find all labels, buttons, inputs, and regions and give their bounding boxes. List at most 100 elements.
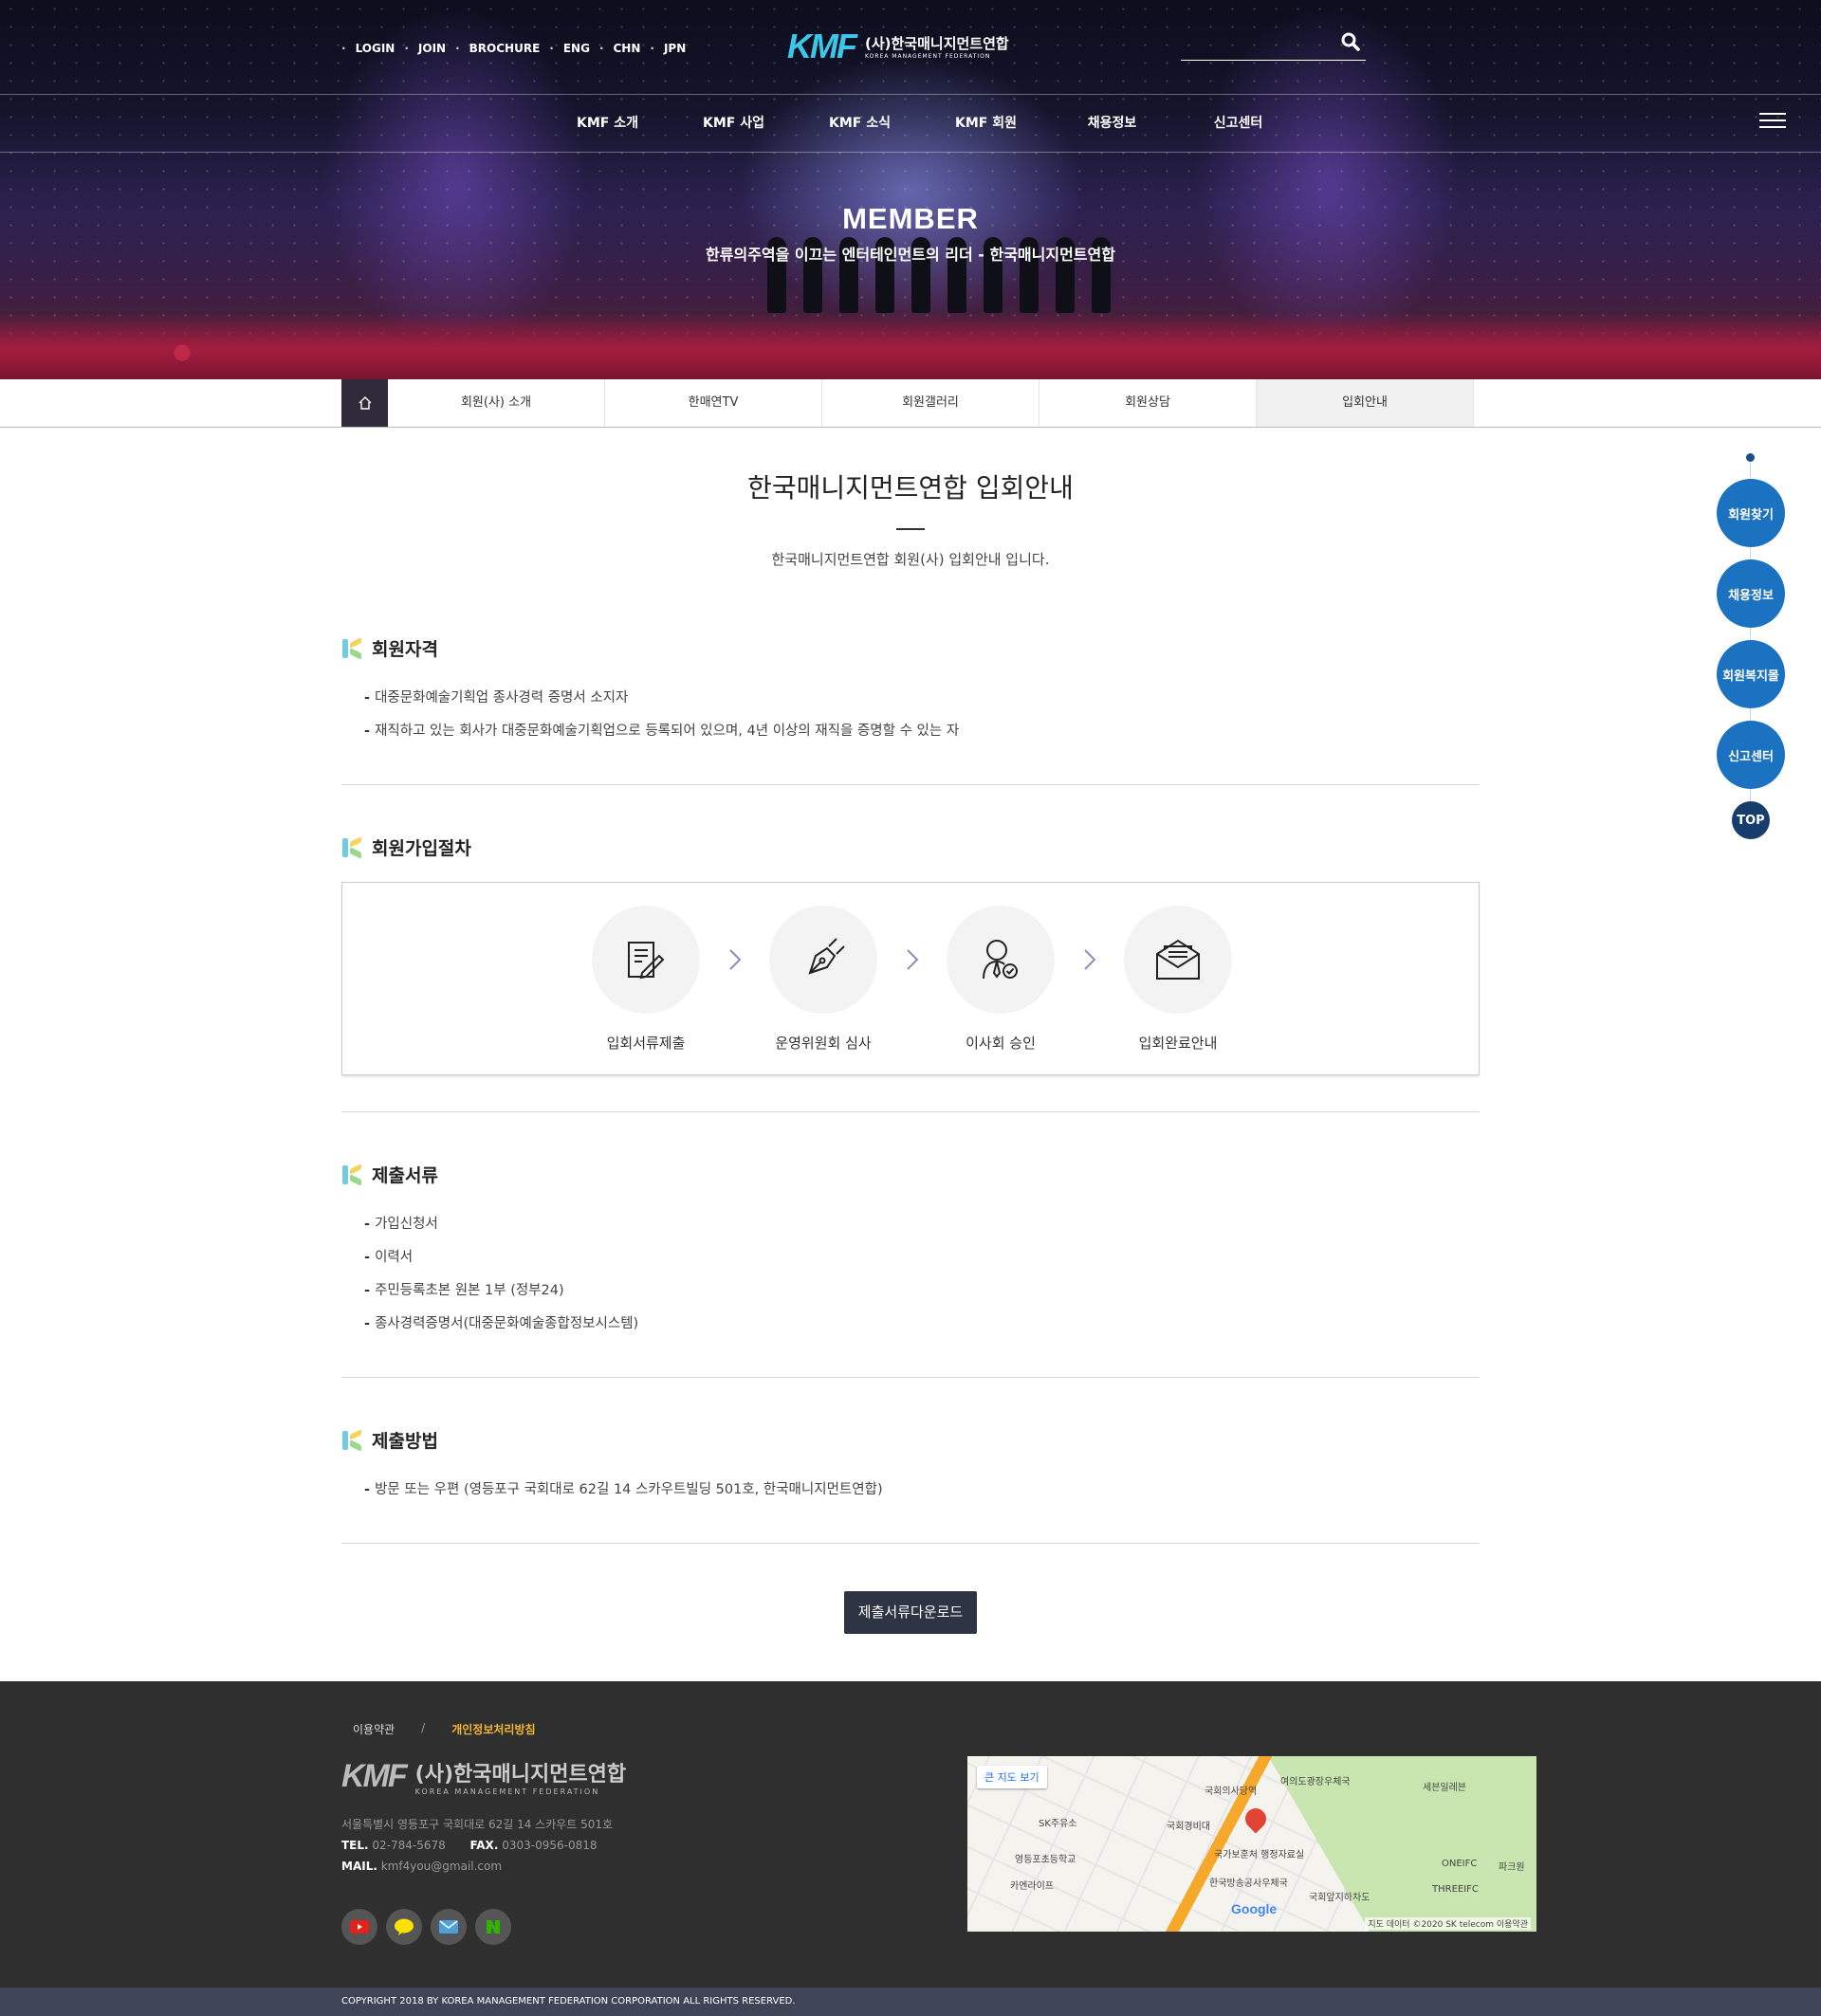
main-content: 한국매니지먼트연합 입회안내 한국매니지먼트연합 회원(사) 입회안내 입니다.… [341, 428, 1480, 1681]
mail-address: kmf4you@gmail.com [380, 1860, 503, 1873]
map-label: 국회의사당역 [1205, 1787, 1258, 1797]
sns-links [341, 1909, 511, 1945]
page-title: 한국매니지먼트연합 입회안내 [747, 472, 1074, 504]
tab-member-gallery[interactable]: 회원갤러리 [822, 379, 1039, 427]
main-navigation: KMF 소개 KMF 사업 KMF 소식 KMF 회원 채용정보 신고센터 [0, 95, 1821, 153]
quick-find-member[interactable]: 회원찾기 [1717, 479, 1785, 547]
section-title: 회원자격 [372, 639, 438, 660]
naver-icon[interactable] [475, 1909, 511, 1945]
eng-link[interactable]: ENG [563, 42, 590, 55]
map-label: SK주유소 [1039, 1819, 1077, 1829]
fountain-pen-icon [808, 938, 845, 975]
search-input[interactable] [1181, 28, 1333, 57]
page-description: 한국매니지먼트연합 회원(사) 입회안내 입니다. [771, 551, 1050, 568]
home-button[interactable] [341, 379, 388, 427]
section-method: 제출방법 방문 또는 우편 (영등포구 국회대로 62길 14 스카우트빌딩 5… [341, 1378, 1480, 1544]
list-item: 주민등록초본 원본 1부 (정부24) [364, 1274, 1480, 1308]
step-submit-documents: 입회서류제출 [592, 906, 700, 1053]
map-label: 영등포초등학교 [1015, 1855, 1076, 1865]
hero-banner: · LOGIN · JOIN · BROCHURE · ENG · CHN · JPN KM… [0, 0, 1821, 379]
tab-kmf-tv[interactable]: 한매연TV [605, 379, 822, 427]
flower-decoration [0, 313, 1821, 379]
step-committee-review: 운영위원회 심사 [769, 906, 877, 1053]
envelope-letter-icon [1156, 939, 1200, 980]
step-label: 입회서류제출 [606, 1035, 686, 1052]
document-pen-icon [628, 942, 665, 980]
site-logo[interactable]: KMF (사)한국매니지먼트연합 KOREA MANAGEMENT FEDERA… [787, 27, 1009, 66]
footer-logo: KMF (사)한국매니지먼트연합 KOREA MANAGEMENT FEDERA… [341, 1757, 626, 1796]
youtube-icon[interactable] [341, 1909, 377, 1945]
kmf-k-icon [341, 835, 364, 859]
scroll-top-button[interactable]: TOP [1732, 801, 1770, 839]
footer-logo-korean: (사)한국매니지먼트연합 [414, 1763, 627, 1787]
logo-english-name: KOREA MANAGEMENT FEDERATION [864, 53, 991, 60]
chevron-right-icon [700, 906, 769, 1014]
search-icon[interactable] [1341, 32, 1360, 55]
section-qualification: 회원자격 대중문화예술기획업 종사경력 증명서 소지자 재직하고 있는 회사가 … [341, 618, 1480, 785]
hamburger-menu-icon[interactable] [1759, 110, 1786, 131]
list-item: 방문 또는 우편 (영등포구 국회대로 62길 14 스카우트빌딩 501호, … [364, 1474, 1480, 1507]
section-title: 회원가입절차 [372, 838, 471, 859]
gnb-item-jobs[interactable]: 채용정보 [1049, 95, 1175, 153]
map-label: 여의도광장우체국 [1280, 1777, 1351, 1787]
kmf-k-icon [341, 1163, 364, 1186]
procedure-steps-box: 입회서류제출 운영위원회 심사 이사회 승인 입회완료안내 [341, 882, 1480, 1075]
logo-korean-name: (사)한국매니지먼트연합 [864, 35, 1009, 52]
copyright: COPYRIGHT 2018 BY KOREA MANAGEMENT FEDER… [0, 1988, 1821, 2016]
gnb-item-report[interactable]: 신고센터 [1175, 95, 1301, 153]
join-link[interactable]: JOIN [418, 42, 446, 55]
brochure-link[interactable]: BROCHURE [469, 42, 541, 55]
footer: 이용약관 / 개인정보처리방침 KMF (사)한국매니지먼트연합 KOREA M… [0, 1681, 1821, 1988]
gnb-item-about[interactable]: KMF 소개 [544, 95, 671, 153]
map-label: 카엔라이프 [1010, 1881, 1054, 1892]
quick-report-center[interactable]: 신고센터 [1717, 721, 1785, 789]
list-item: 대중문화예술기획업 종사경력 증명서 소지자 [364, 682, 1480, 715]
login-link[interactable]: LOGIN [356, 42, 395, 55]
location-map[interactable]: 큰 지도 보기 국회의사당역 여의도광장우체국 국가보훈처 행정자료실 한국방송… [967, 1756, 1536, 1932]
privacy-policy-link[interactable]: 개인정보처리방침 [451, 1721, 535, 1737]
chevron-right-icon [1055, 906, 1124, 1014]
tab-member-consult[interactable]: 회원상담 [1039, 379, 1257, 427]
hero-title: MEMBER [842, 202, 979, 235]
top-bar: · LOGIN · JOIN · BROCHURE · ENG · CHN · JPN KM… [0, 0, 1821, 95]
fax-label: FAX. [469, 1839, 499, 1852]
search-box [1181, 28, 1366, 61]
map-label: 국회경비대 [1167, 1822, 1210, 1832]
list-item: 종사경력증명서(대중문화예술종합정보시스템) [364, 1308, 1480, 1341]
utility-links: · LOGIN · JOIN · BROCHURE · ENG · CHN · JPN [341, 42, 687, 55]
list-item: 가입신청서 [364, 1208, 1480, 1241]
map-label: 세븐일레븐 [1423, 1783, 1466, 1793]
gnb-item-member[interactable]: KMF 회원 [923, 95, 1049, 153]
chn-link[interactable]: CHN [614, 42, 641, 55]
quick-welfare-mall[interactable]: 회원복지몰 [1717, 640, 1785, 708]
step-label: 이사회 승인 [966, 1035, 1036, 1052]
kmf-k-icon [341, 1428, 364, 1452]
view-larger-map-button[interactable]: 큰 지도 보기 [977, 1766, 1047, 1788]
quick-menu-dot [1746, 453, 1755, 462]
home-icon [359, 396, 371, 410]
footer-address: 서울특별시 영등포구 국회대로 62길 14 스카우트 501호 [341, 1818, 614, 1831]
tab-join-guide[interactable]: 입회안내 [1257, 379, 1474, 427]
section-documents: 제출서류 가입신청서 이력서 주민등록초본 원본 1부 (정부24) 종사경력증… [341, 1112, 1480, 1378]
section-title: 제출서류 [372, 1165, 438, 1186]
mail-label: MAIL. [341, 1860, 377, 1873]
tab-member-intro[interactable]: 회원(사) 소개 [388, 379, 605, 427]
map-pin-icon [1241, 1804, 1271, 1834]
jpn-link[interactable]: JPN [664, 42, 686, 55]
download-documents-button[interactable]: 제출서류다운로드 [844, 1591, 977, 1634]
gnb-item-news[interactable]: KMF 소식 [797, 95, 923, 153]
hero-text: MEMBER 한류의주역을 이끄는 엔터테인먼트의 리더 - 한국매니지먼트연합 [0, 202, 1821, 265]
map-label: 국회앞지하차도 [1309, 1893, 1370, 1903]
map-label: 국가보훈처 행정자료실 [1214, 1850, 1305, 1860]
link-separator: / [421, 1721, 426, 1734]
section-procedure: 회원가입절차 입회서류제출 운영위원회 심사 이사회 승인 입회완료안내 [341, 785, 1480, 1112]
mail-icon[interactable] [431, 1909, 467, 1945]
kakaotalk-icon[interactable] [386, 1909, 422, 1945]
map-attribution: 지도 데이터 ©2020 SK telecom 이용약관 [1365, 1917, 1531, 1930]
map-label: 파크원 [1499, 1862, 1525, 1873]
hero-subtitle: 한류의주역을 이끄는 엔터테인먼트의 리더 - 한국매니지먼트연합 [706, 246, 1115, 264]
gnb-item-business[interactable]: KMF 사업 [671, 95, 797, 153]
list-item: 이력서 [364, 1241, 1480, 1274]
quick-jobs[interactable]: 채용정보 [1717, 559, 1785, 628]
terms-link[interactable]: 이용약관 [353, 1721, 395, 1737]
